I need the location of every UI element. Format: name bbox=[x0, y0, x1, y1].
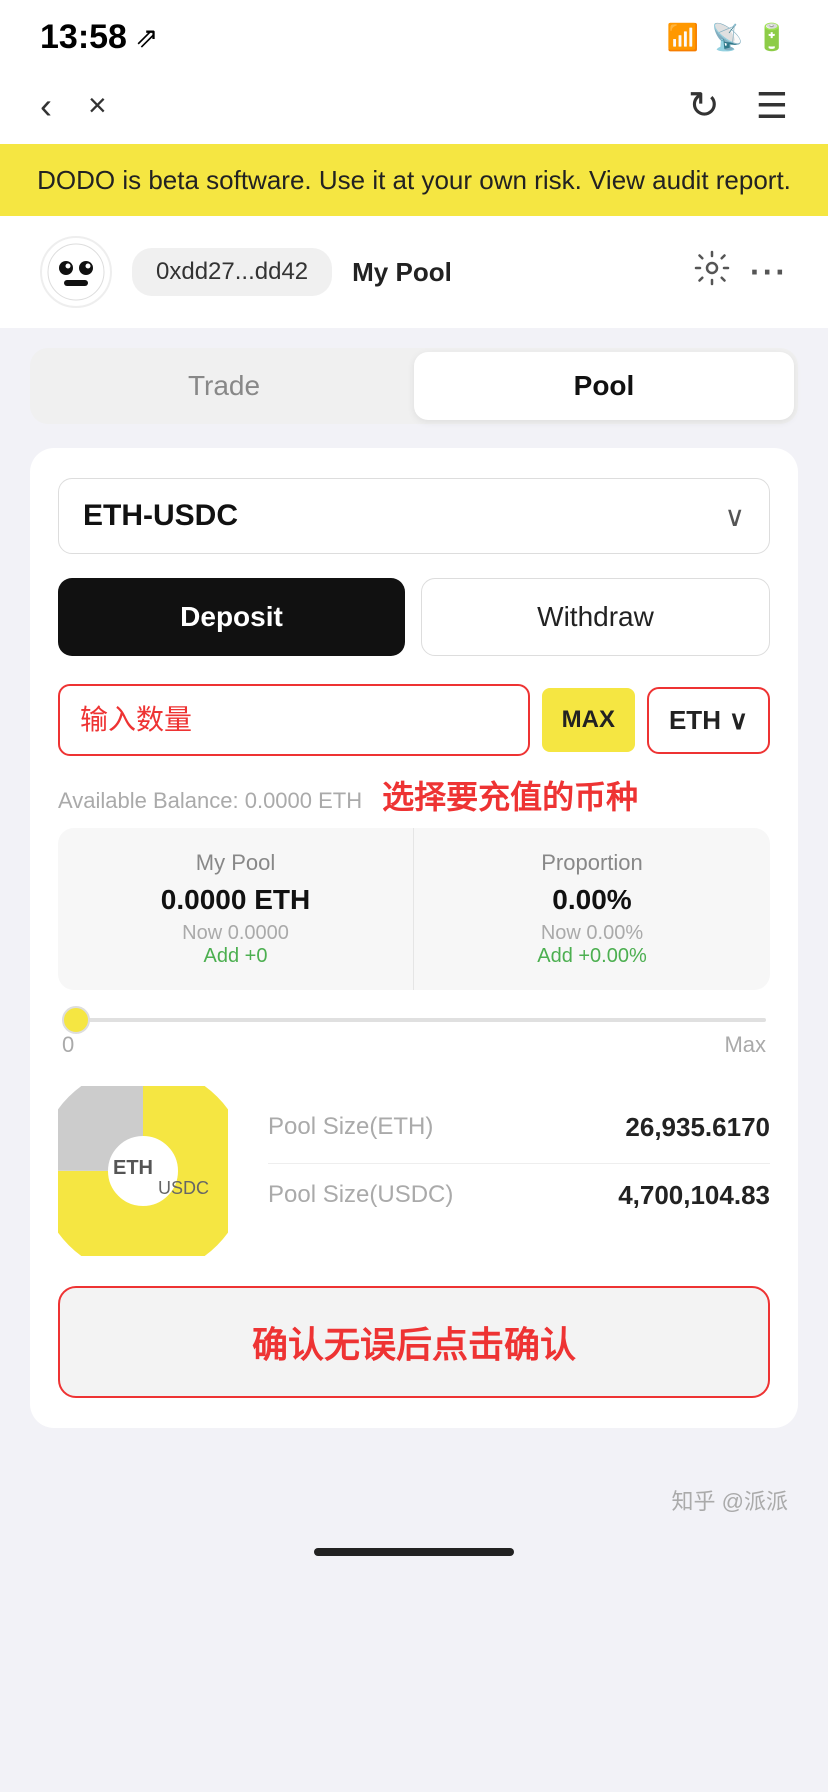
beta-banner[interactable]: DODO is beta software. Use it at your ow… bbox=[0, 144, 828, 216]
my-pool-add: Add +0 bbox=[82, 945, 389, 968]
signal-icon: 📶 bbox=[667, 22, 699, 53]
currency-annotation: 选择要充值的币种 bbox=[382, 772, 638, 818]
slider-min-label: 0 bbox=[62, 1032, 74, 1058]
tabs: Trade Pool bbox=[30, 348, 798, 424]
pie-section: ETH USDC Pool Size(ETH) 26,935.6170 Pool… bbox=[58, 1086, 770, 1256]
proportion-now: Now 0.00% bbox=[438, 922, 746, 945]
pool-size-eth-label: Pool Size(ETH) bbox=[268, 1113, 433, 1141]
watermark-text: 知乎 @派派 bbox=[672, 1489, 788, 1514]
nav-left: ‹ × bbox=[40, 85, 107, 127]
action-buttons: Deposit Withdraw bbox=[58, 578, 770, 656]
my-pool-value: 0.0000 ETH bbox=[82, 884, 389, 916]
slider-container: 0 Max bbox=[58, 1018, 770, 1058]
token-arrow-icon: ∨ bbox=[729, 705, 748, 736]
slider-max-label: Max bbox=[724, 1032, 766, 1058]
tab-trade[interactable]: Trade bbox=[34, 352, 414, 420]
slider-labels: 0 Max bbox=[62, 1032, 766, 1058]
my-pool-cell: My Pool 0.0000 ETH Now 0.0000 Add +0 bbox=[58, 828, 414, 990]
my-pool-label: My Pool bbox=[82, 850, 389, 876]
watermark: 知乎 @派派 bbox=[0, 1468, 828, 1532]
app-header: 0xdd27...dd42 My Pool ··· bbox=[0, 216, 828, 328]
pair-label: ETH-USDC bbox=[83, 499, 238, 533]
token-selector-button[interactable]: ETH ∨ bbox=[647, 687, 770, 754]
slider-thumb[interactable] bbox=[62, 1006, 90, 1034]
available-balance-text: Available Balance: 0.0000 ETH bbox=[58, 788, 362, 814]
menu-button[interactable]: ☰ bbox=[756, 85, 788, 127]
status-icons: 📶 📡 🔋 bbox=[667, 22, 788, 53]
proportion-label: Proportion bbox=[438, 850, 746, 876]
pool-size-divider bbox=[268, 1163, 770, 1164]
nav-bar: ‹ × ↻ ☰ bbox=[0, 67, 828, 144]
proportion-add: Add +0.00% bbox=[438, 945, 746, 968]
pool-card: ETH-USDC ∨ Deposit Withdraw MAX ETH ∨ Av… bbox=[30, 448, 798, 1428]
pool-size-info: Pool Size(ETH) 26,935.6170 Pool Size(USD… bbox=[268, 1112, 770, 1231]
beta-banner-text: DODO is beta software. Use it at your ow… bbox=[37, 165, 791, 195]
app-logo bbox=[40, 236, 112, 308]
home-indicator bbox=[0, 1532, 828, 1580]
status-time: 13:58 bbox=[40, 18, 127, 57]
pair-dropdown[interactable]: ETH-USDC ∨ bbox=[58, 478, 770, 554]
slider-track bbox=[62, 1018, 766, 1022]
home-bar bbox=[314, 1548, 514, 1556]
withdraw-button[interactable]: Withdraw bbox=[421, 578, 770, 656]
more-button[interactable]: ··· bbox=[750, 254, 788, 291]
my-pool-button[interactable]: My Pool bbox=[352, 257, 452, 288]
address-button[interactable]: 0xdd27...dd42 bbox=[132, 248, 332, 296]
my-pool-now: Now 0.0000 bbox=[82, 922, 389, 945]
proportion-value: 0.00% bbox=[438, 884, 746, 916]
status-bar: 13:58 ⇗ 📶 📡 🔋 bbox=[0, 0, 828, 67]
dropdown-arrow-icon: ∨ bbox=[725, 500, 746, 533]
deposit-button[interactable]: Deposit bbox=[58, 578, 405, 656]
token-label: ETH bbox=[669, 705, 721, 736]
back-button[interactable]: ‹ bbox=[40, 85, 52, 127]
pool-info-grid: My Pool 0.0000 ETH Now 0.0000 Add +0 Pro… bbox=[58, 828, 770, 990]
pool-size-usdc-row: Pool Size(USDC) 4,700,104.83 bbox=[268, 1180, 770, 1211]
amount-input-row: MAX ETH ∨ bbox=[58, 684, 770, 756]
pool-size-eth-row: Pool Size(ETH) 26,935.6170 bbox=[268, 1112, 770, 1143]
pool-size-eth-value: 26,935.6170 bbox=[625, 1112, 770, 1143]
wifi-icon: 📡 bbox=[711, 22, 743, 53]
nav-right: ↻ ☰ bbox=[688, 83, 788, 128]
settings-button[interactable] bbox=[694, 250, 730, 295]
pool-size-usdc-label: Pool Size(USDC) bbox=[268, 1181, 453, 1209]
amount-input[interactable] bbox=[58, 684, 530, 756]
eth-pie-label: ETH bbox=[113, 1157, 153, 1179]
main-content: Trade Pool ETH-USDC ∨ Deposit Withdraw M… bbox=[0, 328, 828, 1468]
max-button[interactable]: MAX bbox=[542, 688, 635, 752]
proportion-cell: Proportion 0.00% Now 0.00% Add +0.00% bbox=[414, 828, 770, 990]
close-button[interactable]: × bbox=[88, 87, 107, 124]
tab-pool[interactable]: Pool bbox=[414, 352, 794, 420]
battery-icon: 🔋 bbox=[756, 22, 788, 53]
usdc-pie-label: USDC bbox=[158, 1178, 209, 1198]
location-icon: ⇗ bbox=[135, 21, 158, 54]
pie-chart: ETH USDC bbox=[58, 1086, 228, 1256]
balance-annotation-row: Available Balance: 0.0000 ETH 选择要充值的币种 bbox=[58, 772, 770, 818]
confirm-button[interactable]: 确认无误后点击确认 bbox=[58, 1286, 770, 1398]
pool-size-usdc-value: 4,700,104.83 bbox=[618, 1180, 770, 1211]
refresh-button[interactable]: ↻ bbox=[688, 83, 720, 128]
